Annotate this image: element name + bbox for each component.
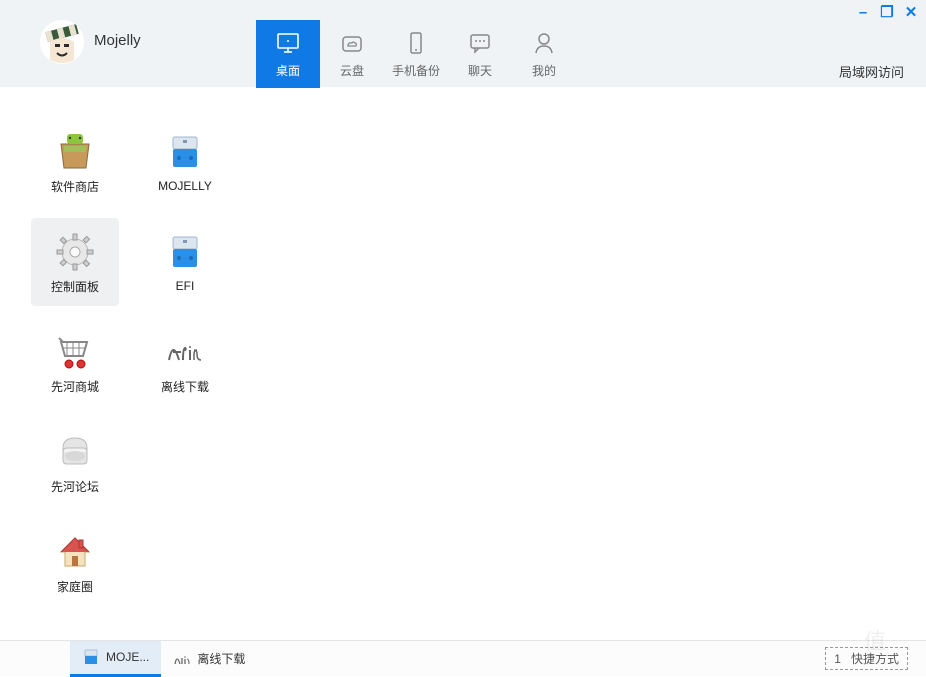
drive-icon xyxy=(163,231,207,275)
header: Mojelly 桌面 云盘 手机备份 聊天 xyxy=(0,0,926,88)
window-controls: – ❐ ✕ xyxy=(854,4,920,20)
nav-desktop-label: 桌面 xyxy=(276,62,300,79)
desktop-icon-label: MOJELLY xyxy=(158,179,212,193)
desktop-icon-mojelly-drive[interactable]: MOJELLY xyxy=(141,118,229,206)
nav-backup-label: 手机备份 xyxy=(392,62,440,79)
desktop-icon-label: 控制面板 xyxy=(51,278,99,295)
user-name: Mojelly xyxy=(94,32,141,49)
page-indicator: 1 xyxy=(834,652,841,666)
desktop-icon-offline-download[interactable]: 离线下载 xyxy=(141,318,229,406)
phone-icon xyxy=(403,30,429,56)
cloud-icon xyxy=(339,30,365,56)
desktop-icon-efi-drive[interactable]: EFI xyxy=(141,218,229,306)
chat-icon xyxy=(467,30,493,56)
sofa-icon xyxy=(53,430,97,474)
minimize-button[interactable]: – xyxy=(854,4,872,20)
nav-mine-label: 我的 xyxy=(532,62,556,79)
desktop-icon-xianhe-mall[interactable]: 先河商城 xyxy=(31,318,119,406)
lan-access-link[interactable]: 局域网访问 xyxy=(839,62,904,81)
close-button[interactable]: ✕ xyxy=(902,4,920,20)
aria-icon xyxy=(163,330,207,374)
desktop-icon-grid: 软件商店 MOJELLY 控制面板 EFI 先河商城 xyxy=(20,118,906,618)
taskbar-task-label: 离线下载 xyxy=(197,650,245,667)
drive-icon xyxy=(82,648,100,666)
nav-chat[interactable]: 聊天 xyxy=(448,20,512,88)
desktop-icon-label: 软件商店 xyxy=(51,178,99,195)
taskbar-right: 1 快捷方式 xyxy=(825,647,908,670)
desktop-icon-label: 先河论坛 xyxy=(51,478,99,495)
taskbar-task-mojelly[interactable]: MOJE... xyxy=(70,641,161,677)
desktop-icon-xianhe-forum[interactable]: 先河论坛 xyxy=(31,418,119,506)
desktop-icon-app-store[interactable]: 软件商店 xyxy=(31,118,119,206)
taskbar-task-offline-download[interactable]: 离线下载 xyxy=(161,641,257,677)
main-nav: 桌面 云盘 手机备份 聊天 我的 xyxy=(256,20,576,88)
shortcut-hint: 快捷方式 xyxy=(851,652,899,666)
aria-icon xyxy=(173,650,191,668)
monitor-icon xyxy=(275,30,301,56)
desktop-icon-label: 离线下载 xyxy=(161,378,209,395)
taskbar-shortcut-button[interactable]: 1 快捷方式 xyxy=(825,647,908,670)
nav-desktop[interactable]: 桌面 xyxy=(256,20,320,88)
avatar[interactable] xyxy=(40,20,84,64)
nav-cloud-label: 云盘 xyxy=(340,62,364,79)
drive-icon xyxy=(163,131,207,175)
nav-cloud[interactable]: 云盘 xyxy=(320,20,384,88)
desktop-icon-label: EFI xyxy=(176,279,195,293)
user-icon xyxy=(531,30,557,56)
nav-mine[interactable]: 我的 xyxy=(512,20,576,88)
desktop-icon-label: 先河商城 xyxy=(51,378,99,395)
cart-icon xyxy=(53,330,97,374)
gear-icon xyxy=(53,230,97,274)
bag-icon xyxy=(53,130,97,174)
maximize-button[interactable]: ❐ xyxy=(878,4,896,20)
desktop-icon-label: 家庭圈 xyxy=(57,578,93,595)
nav-chat-label: 聊天 xyxy=(468,62,492,79)
taskbar-task-label: MOJE... xyxy=(106,650,149,664)
desktop-area: 软件商店 MOJELLY 控制面板 EFI 先河商城 xyxy=(0,88,926,640)
nav-backup[interactable]: 手机备份 xyxy=(384,20,448,88)
house-icon xyxy=(53,530,97,574)
desktop-icon-family-circle[interactable]: 家庭圈 xyxy=(31,518,119,606)
desktop-icon-control-panel[interactable]: 控制面板 xyxy=(31,218,119,306)
taskbar: MOJE... 离线下载 1 快捷方式 xyxy=(0,640,926,676)
